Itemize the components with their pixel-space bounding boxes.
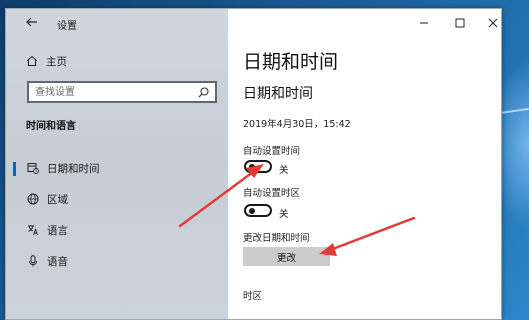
toggle-knob <box>249 208 255 214</box>
auto-time-label: 自动设置时间 <box>243 146 301 157</box>
calendar-clock-icon <box>27 163 39 174</box>
titlebar-left: 设置 <box>6 9 228 37</box>
timezone-label: 时区 <box>243 291 263 302</box>
sidebar-item-region[interactable]: 区域 <box>6 184 228 214</box>
search-icon[interactable] <box>198 87 209 98</box>
section-title: 日期和时间 <box>243 86 313 102</box>
back-arrow-icon[interactable] <box>25 15 39 29</box>
toggle-knob <box>249 164 255 170</box>
change-datetime-label: 更改日期和时间 <box>243 233 310 244</box>
page-title: 日期和时间 <box>243 51 339 73</box>
search-input[interactable] <box>35 85 185 99</box>
maximize-icon[interactable] <box>453 16 467 30</box>
sidebar-item-speech[interactable]: 语音 <box>6 246 228 276</box>
sidebar-item-label: 日期和时间 <box>47 162 100 175</box>
auto-timezone-label: 自动设置时区 <box>243 188 301 199</box>
home-icon <box>26 55 38 66</box>
main-content: 日期和时间 日期和时间 2019年4月30日，15:42 自动设置时间 关 自动… <box>228 9 501 319</box>
current-datetime: 2019年4月30日，15:42 <box>243 119 351 130</box>
globe-icon <box>27 193 39 205</box>
app-title: 设置 <box>57 21 77 32</box>
auto-timezone-toggle[interactable] <box>244 204 272 217</box>
minimize-icon[interactable] <box>417 16 431 30</box>
sidebar-item-label: 语音 <box>47 255 68 268</box>
sidebar-item-home[interactable]: 主页 <box>26 53 67 69</box>
sidebar-item-home-label: 主页 <box>46 55 67 68</box>
search-box[interactable] <box>27 81 217 103</box>
sidebar: 设置 主页 时间和语言 日期和时间 <box>6 9 228 319</box>
sidebar-item-date-time[interactable]: 日期和时间 <box>6 153 228 183</box>
sidebar-item-language[interactable]: 语言 <box>6 215 228 245</box>
language-icon <box>28 225 38 236</box>
selection-indicator <box>13 162 16 176</box>
auto-timezone-state: 关 <box>279 209 289 220</box>
auto-time-state: 关 <box>279 165 289 176</box>
change-datetime-button[interactable]: 更改 <box>243 247 330 266</box>
close-icon[interactable] <box>486 16 500 30</box>
settings-window: 设置 主页 时间和语言 日期和时间 <box>5 8 502 320</box>
microphone-icon <box>29 255 37 267</box>
auto-time-toggle[interactable] <box>244 160 272 173</box>
sidebar-item-label: 语言 <box>47 224 68 237</box>
sidebar-section-heading: 时间和语言 <box>26 121 76 132</box>
sidebar-item-label: 区域 <box>47 193 68 206</box>
